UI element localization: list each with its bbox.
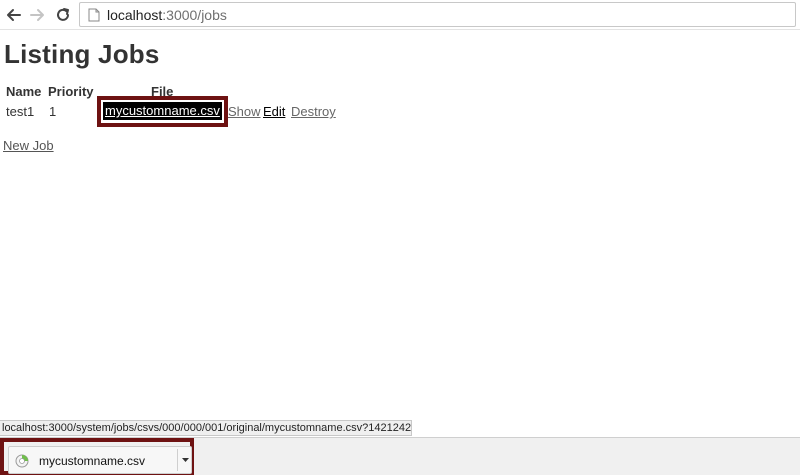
column-header-priority: Priority	[48, 84, 94, 99]
page-icon	[88, 8, 100, 27]
cell-priority: 1	[49, 104, 57, 119]
url-text: localhost:3000/jobs	[107, 7, 227, 23]
caret-down-icon[interactable]	[179, 449, 191, 471]
file-link-highlight: mycustomname.csv	[97, 96, 228, 127]
download-filename: mycustomname.csv	[39, 454, 146, 468]
new-job-link[interactable]: New Job	[3, 138, 54, 153]
reload-icon[interactable]	[53, 5, 73, 25]
page-title: Listing Jobs	[4, 39, 160, 69]
download-item-divider	[177, 449, 178, 471]
column-header-name: Name	[6, 84, 42, 99]
browser-toolbar: localhost:3000/jobs	[0, 0, 800, 30]
forward-arrow-icon[interactable]	[27, 5, 47, 25]
destroy-link[interactable]: Destroy	[291, 104, 336, 119]
edit-link[interactable]: Edit	[263, 104, 285, 119]
download-shelf: mycustomname.csv	[0, 437, 800, 475]
show-link[interactable]: Show	[228, 104, 261, 119]
url-host: localhost	[107, 7, 163, 23]
download-item[interactable]: mycustomname.csv	[8, 446, 192, 474]
url-path: :3000/jobs	[162, 7, 227, 23]
cell-name: test1	[6, 104, 35, 119]
file-download-link[interactable]: mycustomname.csv	[103, 102, 222, 120]
page-content: Listing Jobs Name Priority File test1 1 …	[0, 30, 800, 420]
back-arrow-icon[interactable]	[4, 5, 24, 25]
address-bar[interactable]: localhost:3000/jobs	[79, 2, 796, 27]
status-bubble: localhost:3000/system/jobs/csvs/000/000/…	[0, 420, 412, 436]
download-progress-icon	[15, 454, 29, 473]
download-item-highlight: mycustomname.csv	[0, 438, 194, 475]
